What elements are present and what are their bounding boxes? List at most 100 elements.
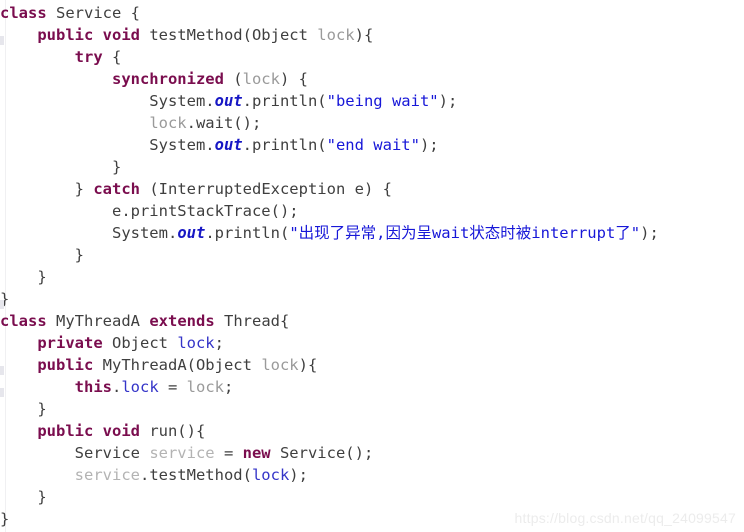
code-token-plain: MyThreadA	[46, 312, 150, 330]
code-line[interactable]: public void run(){	[0, 420, 744, 442]
code-token-keyword: class	[0, 312, 47, 330]
code-token-string: "end wait"	[326, 136, 420, 154]
code-line[interactable]: service.testMethod(lock);	[0, 464, 744, 486]
code-line[interactable]: e.printStackTrace();	[0, 200, 744, 222]
edge-artifact	[0, 388, 4, 397]
code-token-plain: (	[223, 70, 243, 88]
code-token-plain: {	[102, 48, 122, 66]
code-token-static-field: out	[214, 136, 243, 154]
csdn-watermark: https://blog.csdn.net/qq_24099547	[514, 510, 736, 526]
code-token-local-variable: service	[149, 444, 215, 462]
code-token-parameter: lock	[149, 114, 187, 132]
code-line[interactable]: System.out.println("being wait");	[0, 90, 744, 112]
code-line[interactable]: System.out.println("end wait");	[0, 134, 744, 156]
code-line[interactable]: }	[0, 244, 744, 266]
code-token-keyword: extends	[149, 312, 215, 330]
code-line[interactable]: } catch (InterruptedException e) {	[0, 178, 744, 200]
code-token-local-variable: service	[74, 466, 140, 484]
code-line[interactable]: }	[0, 156, 744, 178]
code-line[interactable]: public MyThreadA(Object lock){	[0, 354, 744, 376]
code-token-field: lock	[177, 334, 215, 352]
code-line-container[interactable]: class Service { public void testMethod(O…	[0, 0, 744, 530]
edge-artifact	[0, 366, 4, 375]
code-token-plain: .	[111, 378, 122, 396]
code-token-keyword: public void	[37, 26, 140, 44]
code-token-plain: testMethod(Object	[139, 26, 318, 44]
code-token-parameter: lock	[261, 356, 299, 374]
code-line[interactable]: }	[0, 288, 744, 310]
code-token-plain: }	[0, 268, 47, 286]
code-token-keyword: public	[37, 356, 94, 374]
code-token-plain: .println(	[242, 92, 327, 110]
code-token-plain: Service	[0, 444, 150, 462]
code-token-plain: Thread{	[214, 312, 290, 330]
code-token-plain: MyThreadA(Object	[93, 356, 262, 374]
code-token-plain: }	[0, 180, 94, 198]
code-token-keyword: private	[37, 334, 103, 352]
code-token-plain: }	[0, 400, 47, 418]
code-token-plain: =	[214, 444, 243, 462]
code-token-keyword: synchronized	[111, 70, 224, 88]
code-line[interactable]: public void testMethod(Object lock){	[0, 24, 744, 46]
code-token-static-field: out	[177, 224, 206, 242]
code-token-plain: .testMethod(	[139, 466, 252, 484]
code-token-plain: ) {	[279, 70, 308, 88]
code-line[interactable]: }	[0, 266, 744, 288]
code-line[interactable]: class MyThreadA extends Thread{	[0, 310, 744, 332]
code-token-plain: ){	[354, 26, 374, 44]
code-token-plain: run(){	[139, 422, 206, 440]
code-token-plain: );	[438, 92, 458, 110]
code-token-keyword: this	[74, 378, 112, 396]
code-line[interactable]: this.lock = lock;	[0, 376, 744, 398]
code-editor-surface[interactable]: class Service { public void testMethod(O…	[0, 0, 744, 532]
code-token-plain: ;	[223, 378, 234, 396]
code-line[interactable]: System.out.println("出现了异常,因为呈wait状态时被int…	[0, 222, 744, 244]
code-token-plain: e.printStackTrace();	[0, 202, 299, 220]
code-line[interactable]: Service service = new Service();	[0, 442, 744, 464]
code-line[interactable]: try {	[0, 46, 744, 68]
code-token-plain: }	[0, 488, 47, 506]
code-token-plain: );	[419, 136, 439, 154]
code-line[interactable]: }	[0, 486, 744, 508]
code-line[interactable]: lock.wait();	[0, 112, 744, 134]
code-token-plain: .wait();	[186, 114, 262, 132]
code-token-plain: System.	[0, 92, 215, 110]
code-token-keyword: class	[0, 4, 47, 22]
code-token-plain: ){	[298, 356, 318, 374]
code-line[interactable]: }	[0, 398, 744, 420]
code-token-plain: .println(	[242, 136, 327, 154]
code-token-plain: }	[0, 510, 10, 528]
code-line[interactable]: private Object lock;	[0, 332, 744, 354]
code-token-parameter: lock	[242, 70, 280, 88]
code-token-string: "出现了异常,因为呈wait状态时被interrupt了"	[289, 224, 641, 242]
edge-artifact	[0, 36, 4, 45]
code-token-field: lock	[121, 378, 159, 396]
code-token-plain: System.	[0, 136, 215, 154]
code-token-plain: }	[0, 246, 84, 264]
code-token-static-field: out	[214, 92, 243, 110]
code-token-plain: );	[289, 466, 308, 484]
code-token-plain: Object	[102, 334, 178, 352]
code-token-string: "being wait"	[326, 92, 439, 110]
code-line[interactable]: synchronized (lock) {	[0, 68, 744, 90]
code-token-plain: (InterruptedException e) {	[140, 180, 392, 198]
code-token-plain: .println(	[205, 224, 290, 242]
code-token-keyword: new	[242, 444, 271, 462]
code-token-keyword: try	[74, 48, 103, 66]
code-line[interactable]: class Service {	[0, 2, 744, 24]
code-token-plain: Service();	[270, 444, 374, 462]
code-token-plain: ;	[214, 334, 224, 352]
code-token-plain: );	[640, 224, 659, 242]
code-token-plain: }	[0, 158, 122, 176]
code-token-plain: System.	[0, 224, 178, 242]
code-token-keyword: catch	[93, 180, 140, 198]
code-token-keyword: public void	[37, 422, 140, 440]
code-token-plain: =	[158, 378, 187, 396]
code-token-field: lock	[251, 466, 290, 484]
